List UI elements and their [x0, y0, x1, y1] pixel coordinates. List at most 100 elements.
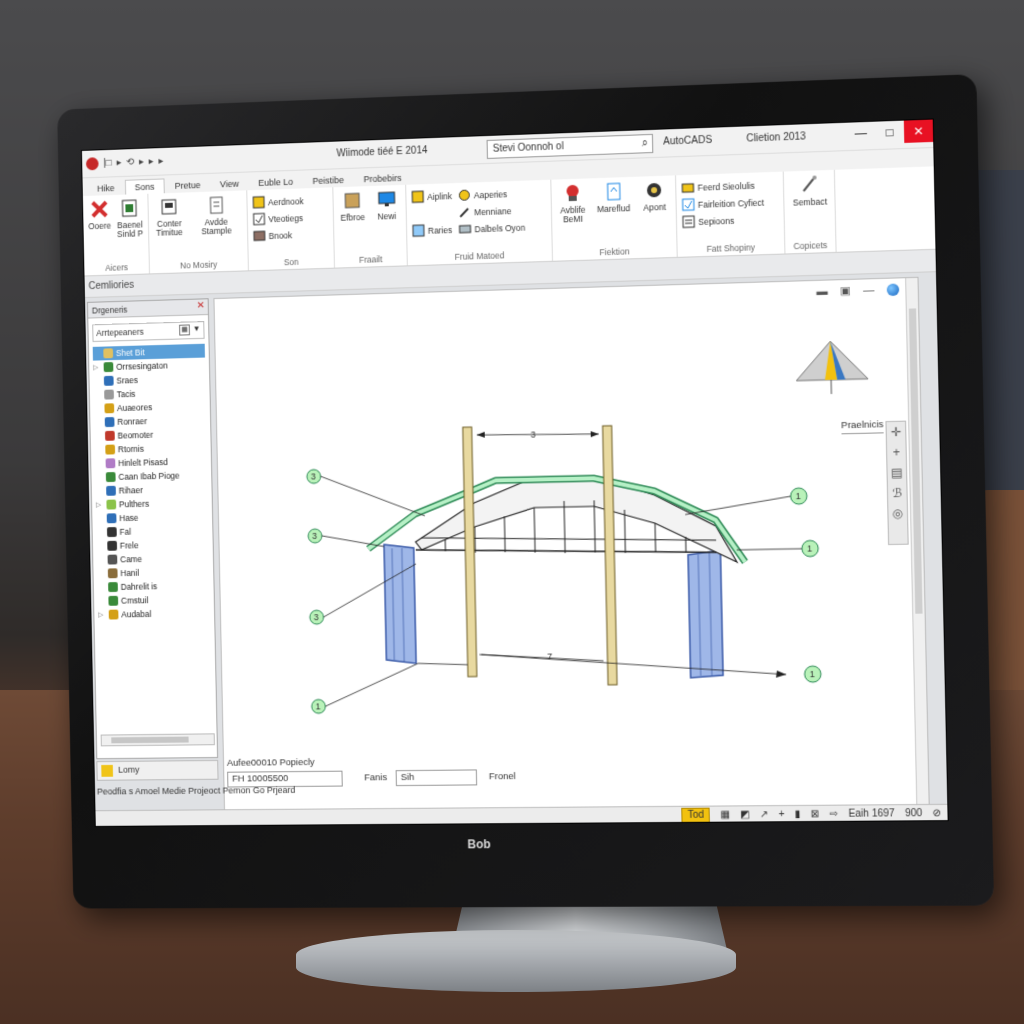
palette-item-label: Fal: [119, 527, 131, 537]
ribbon-group-fraailt: Efbroe Newi Fraailt: [333, 185, 408, 268]
app-window: |□ ▸ ⟲ ▸ ▸ ▸ Wiimode tiéé E 2014 Stevi O…: [81, 118, 949, 826]
structure-drawing: 3 7 3 3 3 1 1 1 1: [214, 278, 931, 820]
properties-button[interactable]: Fronel: [489, 771, 516, 782]
palette-item-label: Beomoter: [117, 430, 153, 441]
sepioons-button[interactable]: Sepioons: [682, 210, 779, 230]
ooere-label: Ooere: [88, 222, 111, 232]
palette-item-label: Sraes: [116, 375, 138, 385]
box-icon: [342, 190, 362, 211]
properties-field-2[interactable]: Sih: [396, 769, 478, 786]
work-area: Drgeneris ✕ Arrtepeaners ▦ ▼ Shet Bit ▷ Or…: [85, 272, 949, 827]
palette-item-icon: [107, 527, 117, 537]
sembact-button[interactable]: Sembact: [789, 174, 831, 208]
properties-title: Aufee00010 Popiecly: [227, 757, 315, 769]
search-icon[interactable]: ⌕: [642, 137, 648, 150]
group-label: Fruid Matoed: [408, 249, 552, 264]
mareflud-label: Mareflud: [597, 204, 630, 214]
roof-truss: [414, 473, 737, 568]
polar-icon[interactable]: ↗: [760, 809, 769, 820]
avblife-label: Avblife BeMI: [557, 205, 589, 225]
qat-button[interactable]: |□: [103, 158, 112, 169]
snap-icon[interactable]: ◩: [740, 809, 750, 820]
palette-item-icon: [104, 390, 114, 400]
person-red-icon: [562, 183, 582, 204]
monitor-brand: Bob: [467, 837, 490, 851]
conter-label: Conter Timitue: [154, 219, 185, 238]
apont-label: Apont: [643, 203, 666, 213]
ribbon-group-fatt-shopiny: Feerd Sieolulis Fairleition Cyfiect Sepi…: [676, 172, 785, 257]
mareflud-button[interactable]: Mareflud: [594, 181, 633, 224]
palette-item-label: Cmstuil: [121, 595, 149, 605]
drawing-canvas[interactable]: ▬ ▣ — Praelnicis ✛ + ▤ ℬ ◎ 3 7 3 3 3 1 1…: [213, 277, 929, 819]
aiplink-button[interactable]: Aiplink: [411, 187, 452, 205]
palette-item-label: Shet Bit: [116, 347, 145, 358]
avdde-label: Avdde Stample: [191, 217, 243, 237]
document-green-icon: [120, 198, 140, 218]
callout-left-2: 3: [312, 531, 317, 541]
lineweight-icon[interactable]: ▮: [795, 809, 801, 820]
expand-arrow-icon[interactable]: ▷: [93, 363, 101, 371]
cycle-icon[interactable]: ⇨: [829, 809, 838, 820]
avblife-button[interactable]: Avblife BeMI: [556, 182, 589, 225]
qat-button[interactable]: ▸: [116, 157, 121, 168]
palette-item-icon: [108, 596, 118, 606]
qat-button[interactable]: ▸: [158, 156, 163, 167]
grid-icon[interactable]: ▦: [179, 324, 190, 335]
efbroe-label: Efbroe: [340, 213, 365, 223]
palette-item[interactable]: ▷ Audabal: [98, 606, 210, 622]
tag-icon: [459, 222, 472, 235]
column-right: [603, 426, 617, 685]
palette-item-icon: [106, 486, 116, 496]
ribbon-group-no-mosiry: Conter Timitue Avdde Stample No Mosiry: [148, 190, 249, 273]
palette-item-icon: [108, 568, 118, 578]
glass-panel-left: [384, 544, 416, 664]
chevron-down-icon[interactable]: ▼: [193, 324, 201, 333]
app-logo-icon[interactable]: [86, 157, 99, 170]
conter-button[interactable]: Conter Timitue: [153, 196, 185, 238]
ooere-button[interactable]: Ooere: [88, 199, 112, 241]
palette-item-icon: [107, 513, 117, 523]
sembact-label: Sembact: [793, 197, 828, 208]
tab-view[interactable]: View: [211, 176, 248, 191]
dalbels-button[interactable]: Dalbels Oyon: [458, 219, 525, 238]
glass-panel-right: [688, 550, 723, 678]
expand-arrow-icon[interactable]: ▷: [96, 501, 104, 509]
palette-footer[interactable]: Lomy: [96, 760, 218, 781]
status-active-toggle[interactable]: Tod: [682, 808, 711, 823]
palette-item-label: Audabal: [121, 609, 151, 619]
newi-button[interactable]: Newi: [372, 189, 401, 222]
palette-item-label: Auaeores: [117, 402, 152, 413]
expand-arrow-icon[interactable]: ▷: [98, 611, 106, 619]
scrollbar-thumb[interactable]: [111, 737, 188, 744]
qat-button[interactable]: ▸: [139, 157, 144, 168]
properties-label: Fanis: [364, 772, 387, 783]
apont-button[interactable]: Apont: [638, 180, 671, 223]
callout-left-3: 3: [314, 612, 319, 622]
palette-dropdown[interactable]: Arrtepeaners ▦ ▼: [92, 321, 204, 342]
settings-icon[interactable]: ⊘: [932, 808, 941, 819]
close-button[interactable]: ✕: [904, 120, 933, 143]
project-tabs[interactable]: Peodfia s Amoel Medie Projeoct Pemon Go …: [97, 785, 296, 797]
maximize-button[interactable]: □: [875, 121, 904, 144]
qat-button[interactable]: ⟲: [126, 157, 134, 168]
grid-icon[interactable]: ▦: [720, 809, 730, 820]
horizontal-scrollbar[interactable]: [101, 733, 215, 746]
tab-hike[interactable]: Hike: [88, 181, 123, 196]
grid-icon: [252, 196, 265, 209]
qat-button[interactable]: ▸: [149, 156, 154, 167]
ortho-icon[interactable]: +: [779, 809, 785, 820]
close-icon[interactable]: ✕: [197, 300, 205, 311]
baenel-label: Baenel Sinld P: [117, 221, 144, 240]
tab-sons[interactable]: Sons: [125, 178, 164, 194]
bnook-button[interactable]: Bnook: [253, 225, 329, 244]
raries-button[interactable]: Raries: [412, 221, 453, 239]
efbroe-button[interactable]: Efbroe: [338, 190, 367, 223]
ribbon-group-aicers: Ooere Baenel Sinld P Aicers: [83, 194, 150, 276]
status-zoom[interactable]: 900: [905, 808, 922, 819]
search-input[interactable]: Stevi Oonnoh ol ⌕: [487, 134, 654, 159]
baenel-button[interactable]: Baenel Sinld P: [116, 198, 143, 240]
avdde-button[interactable]: Avdde Stample: [190, 194, 242, 237]
callout-right-1: 1: [796, 491, 801, 501]
selection-icon[interactable]: ⊠: [811, 809, 820, 820]
minimize-button[interactable]: —: [846, 122, 875, 145]
